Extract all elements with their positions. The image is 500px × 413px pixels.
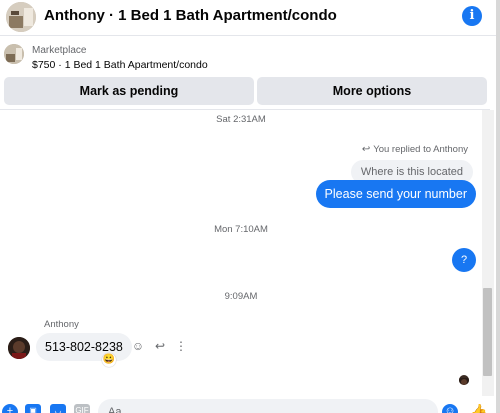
thumbs-up-icon[interactable]: 👍 — [470, 404, 487, 413]
message-thread: Sat 2:31AM ↩ You replied to Anthony Where… — [0, 110, 482, 396]
timestamp: Mon 7:10AM — [214, 224, 268, 235]
conversation-header: Anthony · 1 Bed 1 Bath Apartment/condo i — [0, 0, 500, 36]
avatar[interactable] — [8, 337, 30, 359]
listing-thumbnail — [4, 44, 24, 64]
sticker-icon[interactable]: ◡ — [50, 404, 66, 413]
reply-note: ↩ You replied to Anthony — [361, 144, 468, 155]
more-dots-icon[interactable]: ⋮ — [174, 339, 188, 353]
plus-icon[interactable]: + — [2, 404, 18, 413]
mark-as-pending-button[interactable]: Mark as pending — [4, 77, 254, 105]
message-input-placeholder: Aa — [108, 406, 122, 413]
seen-avatar — [459, 375, 469, 385]
timestamp: Sat 2:31AM — [216, 114, 266, 125]
reaction-emoji[interactable]: 😀 — [102, 353, 116, 367]
sender-name: Anthony — [44, 319, 79, 330]
outgoing-message[interactable]: Please send your number — [315, 180, 476, 208]
listing-source: Marketplace — [32, 45, 87, 56]
timestamp: 9:09AM — [224, 291, 258, 302]
react-smiley-icon[interactable]: ☺ — [131, 339, 145, 353]
reply-icon: ↩ — [361, 144, 371, 155]
scrollbar-thumb[interactable] — [483, 288, 492, 376]
listing-summary[interactable]: Marketplace $750 · 1 Bed 1 Bath Apartmen… — [0, 37, 500, 77]
window-edge — [496, 0, 500, 413]
emoji-icon[interactable]: ☺ — [442, 404, 458, 413]
listing-price-title: $750 · 1 Bed 1 Bath Apartment/condo — [32, 59, 208, 71]
listing-photo[interactable] — [6, 2, 36, 32]
conversation-title[interactable]: Anthony · 1 Bed 1 Bath Apartment/condo — [44, 7, 337, 24]
composer: + ▣ ◡ GIF Aa ☺ 👍 — [0, 396, 496, 413]
outgoing-message[interactable]: ? — [452, 248, 476, 272]
message-input[interactable]: Aa — [98, 399, 438, 413]
gif-icon[interactable]: GIF — [74, 404, 90, 413]
image-icon[interactable]: ▣ — [25, 404, 41, 413]
info-icon[interactable]: i — [462, 6, 482, 26]
more-options-button[interactable]: More options — [257, 77, 487, 105]
incoming-message[interactable]: 513-802-8238 — [36, 333, 132, 361]
reply-icon[interactable]: ↩ — [153, 339, 167, 353]
